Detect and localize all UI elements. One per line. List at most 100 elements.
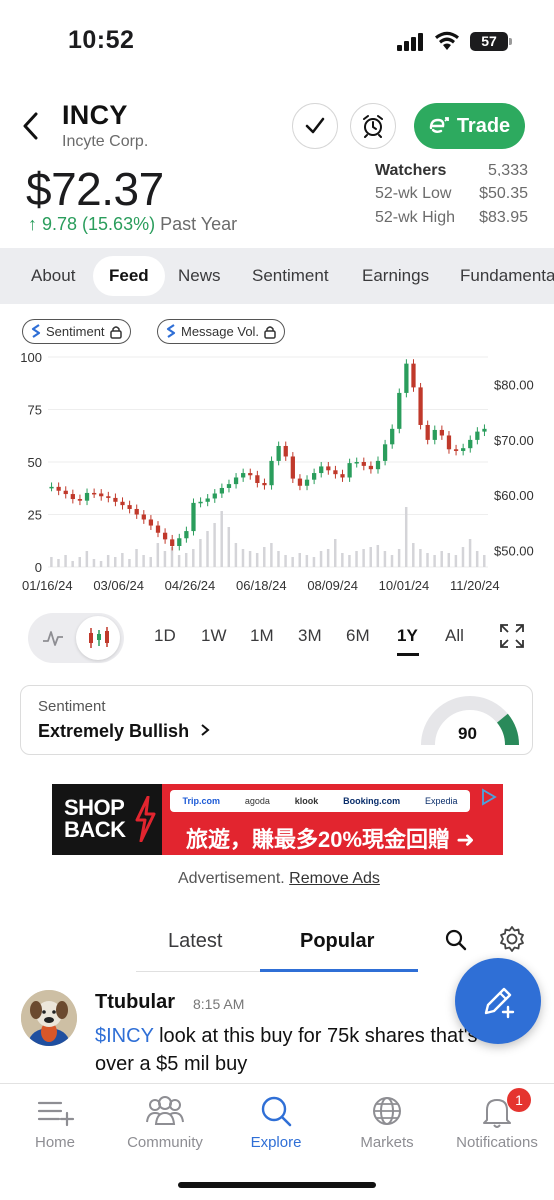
- advertisement-banner[interactable]: SHOP BACK Trip.com agoda klook Booking.c…: [52, 784, 503, 855]
- range-6m[interactable]: 6M: [346, 626, 370, 646]
- left-axis-tick: 50: [28, 455, 42, 470]
- trade-button[interactable]: Trade: [414, 103, 525, 149]
- candle-body: [354, 462, 359, 464]
- volume-bar: [255, 553, 259, 567]
- volume-bar: [99, 561, 103, 567]
- range-1w[interactable]: 1W: [201, 626, 227, 646]
- compose-post-button[interactable]: [455, 958, 541, 1044]
- avatar[interactable]: [21, 990, 77, 1046]
- volume-bar: [199, 539, 202, 567]
- ad-choices-icon[interactable]: [480, 788, 498, 806]
- volume-bar: [156, 543, 160, 567]
- range-1y[interactable]: 1Y: [397, 626, 418, 646]
- candle-body: [304, 479, 310, 486]
- volume-bar: [369, 547, 372, 567]
- range-all[interactable]: All: [445, 626, 464, 646]
- candle-body: [418, 387, 423, 425]
- candle-body: [333, 470, 338, 475]
- ad-bolt-icon: [135, 796, 156, 842]
- volume-bar: [483, 555, 486, 567]
- post-timestamp: 8:15 AM: [193, 996, 245, 1012]
- price-chart[interactable]: 100 75 50 25 0 $80.00 $70.00 $60.00 $50.00 01/1…: [0, 345, 554, 595]
- search-icon[interactable]: [444, 928, 468, 952]
- tab-feed[interactable]: Feed: [93, 256, 165, 296]
- ad-partner: klook: [294, 796, 319, 806]
- candle-body: [326, 466, 331, 471]
- fullscreen-icon[interactable]: [499, 623, 525, 649]
- candle-body: [120, 501, 125, 506]
- section-tab-bar: About Feed News Sentiment Earnings Funda…: [0, 248, 554, 304]
- checkmark-icon: [305, 117, 325, 134]
- volume-bar: [71, 561, 74, 567]
- status-time: 10:52: [68, 26, 135, 54]
- right-axis-tick: $80.00: [494, 378, 534, 393]
- gear-icon[interactable]: [498, 925, 526, 953]
- sentiment-card-label: Sentiment: [38, 698, 106, 715]
- wifi-icon: [435, 31, 459, 50]
- candlestick-icon[interactable]: [86, 625, 112, 651]
- remove-ads-link[interactable]: Remove Ads: [289, 870, 380, 887]
- candle-body: [439, 429, 444, 436]
- candle-body: [319, 466, 324, 474]
- sentiment-chip[interactable]: Sentiment: [22, 319, 131, 344]
- back-chevron-icon[interactable]: [18, 108, 48, 144]
- tab-sentiment[interactable]: Sentiment: [252, 248, 329, 304]
- tab-about[interactable]: About: [31, 248, 75, 304]
- volume-bar: [383, 551, 387, 567]
- left-axis-tick: 100: [20, 350, 42, 365]
- candle-body: [177, 538, 182, 546]
- feed-tab-latest[interactable]: Latest: [168, 930, 222, 953]
- signal-icon: [397, 33, 423, 51]
- message-volume-chip[interactable]: Message Vol.: [157, 319, 286, 344]
- range-1m[interactable]: 1M: [250, 626, 274, 646]
- x-axis-tick: 01/16/24: [22, 578, 73, 593]
- volume-bar: [284, 555, 287, 567]
- range-3m[interactable]: 3M: [298, 626, 322, 646]
- candle-body: [283, 445, 288, 457]
- volume-bar: [85, 551, 89, 567]
- avatar-image: [21, 990, 77, 1046]
- candle-body: [382, 444, 388, 461]
- tab-earnings[interactable]: Earnings: [362, 248, 429, 304]
- tab-fundamentals[interactable]: Fundamentals: [460, 248, 554, 304]
- ad-headline: 旅遊，賺最多20%現金回贈 ➜: [186, 827, 475, 852]
- candle-body: [468, 439, 473, 449]
- range-1d[interactable]: 1D: [154, 626, 176, 646]
- volume-bar: [341, 553, 344, 567]
- home-feed-icon: [37, 1101, 75, 1127]
- watchlist-check-button[interactable]: [292, 103, 338, 149]
- chart-type-toggle[interactable]: [28, 613, 124, 663]
- feed-tab-popular[interactable]: Popular: [300, 930, 374, 953]
- candle-body: [155, 525, 161, 533]
- candle-body: [113, 497, 118, 502]
- volume-bar: [468, 539, 472, 567]
- candle-body: [191, 502, 196, 532]
- trade-button-label: Trade: [456, 114, 511, 137]
- price-candles: [49, 359, 487, 551]
- ad-partner-strip: Trip.com agoda klook Booking.com Expedia: [170, 790, 470, 812]
- volume-bar: [263, 547, 266, 567]
- volume-bar: [376, 545, 380, 567]
- line-chart-icon[interactable]: [42, 627, 64, 649]
- range-active-indicator: [397, 653, 419, 656]
- candle-body: [162, 532, 168, 540]
- price-change: ↑ 9.78 (15.63%) Past Year: [28, 214, 237, 235]
- volume-bar: [277, 551, 280, 567]
- pencil-plus-icon: [484, 987, 515, 1019]
- volume-bar: [298, 553, 301, 567]
- candle-body: [84, 492, 90, 501]
- candle-body: [453, 449, 459, 451]
- sentiment-card-value[interactable]: Extremely Bullish: [38, 721, 212, 742]
- tab-news[interactable]: News: [178, 248, 221, 304]
- post-cashtag[interactable]: $INCY: [95, 1025, 154, 1047]
- price-alert-button[interactable]: [350, 103, 396, 149]
- volume-bar: [461, 547, 465, 567]
- nav-notifications-label: Notifications: [456, 1134, 538, 1151]
- nav-home-label: Home: [34, 1134, 75, 1151]
- x-axis-tick: 03/06/24: [93, 578, 144, 593]
- volume-bar: [433, 555, 436, 567]
- candle-body: [127, 505, 132, 509]
- post-username[interactable]: Ttubular: [95, 991, 175, 1014]
- volume-bar: [348, 555, 351, 567]
- volume-bar: [50, 557, 53, 567]
